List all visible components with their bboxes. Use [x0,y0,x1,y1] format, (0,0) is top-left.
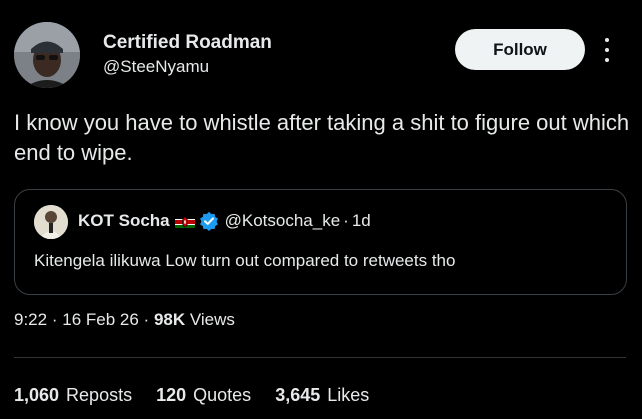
dot [605,38,609,42]
quoted-tweet-text: Kitengela ilikuwa Low turn out compared … [34,251,456,270]
quoted-tweet-time[interactable]: 1d [352,211,371,231]
follow-button[interactable]: Follow [455,29,585,70]
author-handle[interactable]: @SteeNyamu [103,57,209,77]
quoted-author-handle[interactable]: @Kotsocha_ke [225,211,341,231]
tweet-meta: 9:22 · 16 Feb 26 · 98K Views [14,310,235,330]
dot [605,58,609,62]
tweet-text: I know you have to whistle after taking … [14,110,630,165]
likes-count: 3,645 [275,385,321,405]
quotes-label: Quotes [193,385,252,405]
author-avatar[interactable] [14,22,80,88]
more-options-icon[interactable] [598,36,616,64]
dot [605,48,609,52]
tweet-date[interactable]: 16 Feb 26 [62,310,139,329]
likes-stat[interactable]: 3,645 Likes [275,385,369,406]
views-label: Views [189,310,235,329]
separator-dot: · [343,211,349,230]
quoted-author-name[interactable]: KOT Socha [78,211,170,231]
author-name[interactable]: Certified Roadman [103,32,272,54]
reposts-count: 1,060 [14,385,60,405]
divider [14,357,626,358]
kenya-flag-icon [174,214,195,228]
reposts-stat[interactable]: 1,060 Reposts [14,385,132,406]
engagement-stats: 1,060 Reposts 120 Quotes 3,645 Likes [14,385,393,406]
tweet-time[interactable]: 9:22 [14,310,47,329]
quotes-count: 120 [156,385,187,405]
likes-label: Likes [327,385,370,405]
separator-dot: · [51,310,58,329]
quoted-tweet-card[interactable]: KOT Socha @Kotsocha_ke · 1d Kitengela il… [14,189,627,295]
quoted-tweet-header: KOT Socha @Kotsocha_ke · 1d [78,211,371,231]
quoted-author-avatar[interactable] [34,205,68,239]
reposts-label: Reposts [66,385,133,405]
quotes-stat[interactable]: 120 Quotes [156,385,251,406]
verified-badge-icon [199,211,219,231]
separator-dot: · [143,310,150,329]
views-count: 98K [153,310,186,329]
